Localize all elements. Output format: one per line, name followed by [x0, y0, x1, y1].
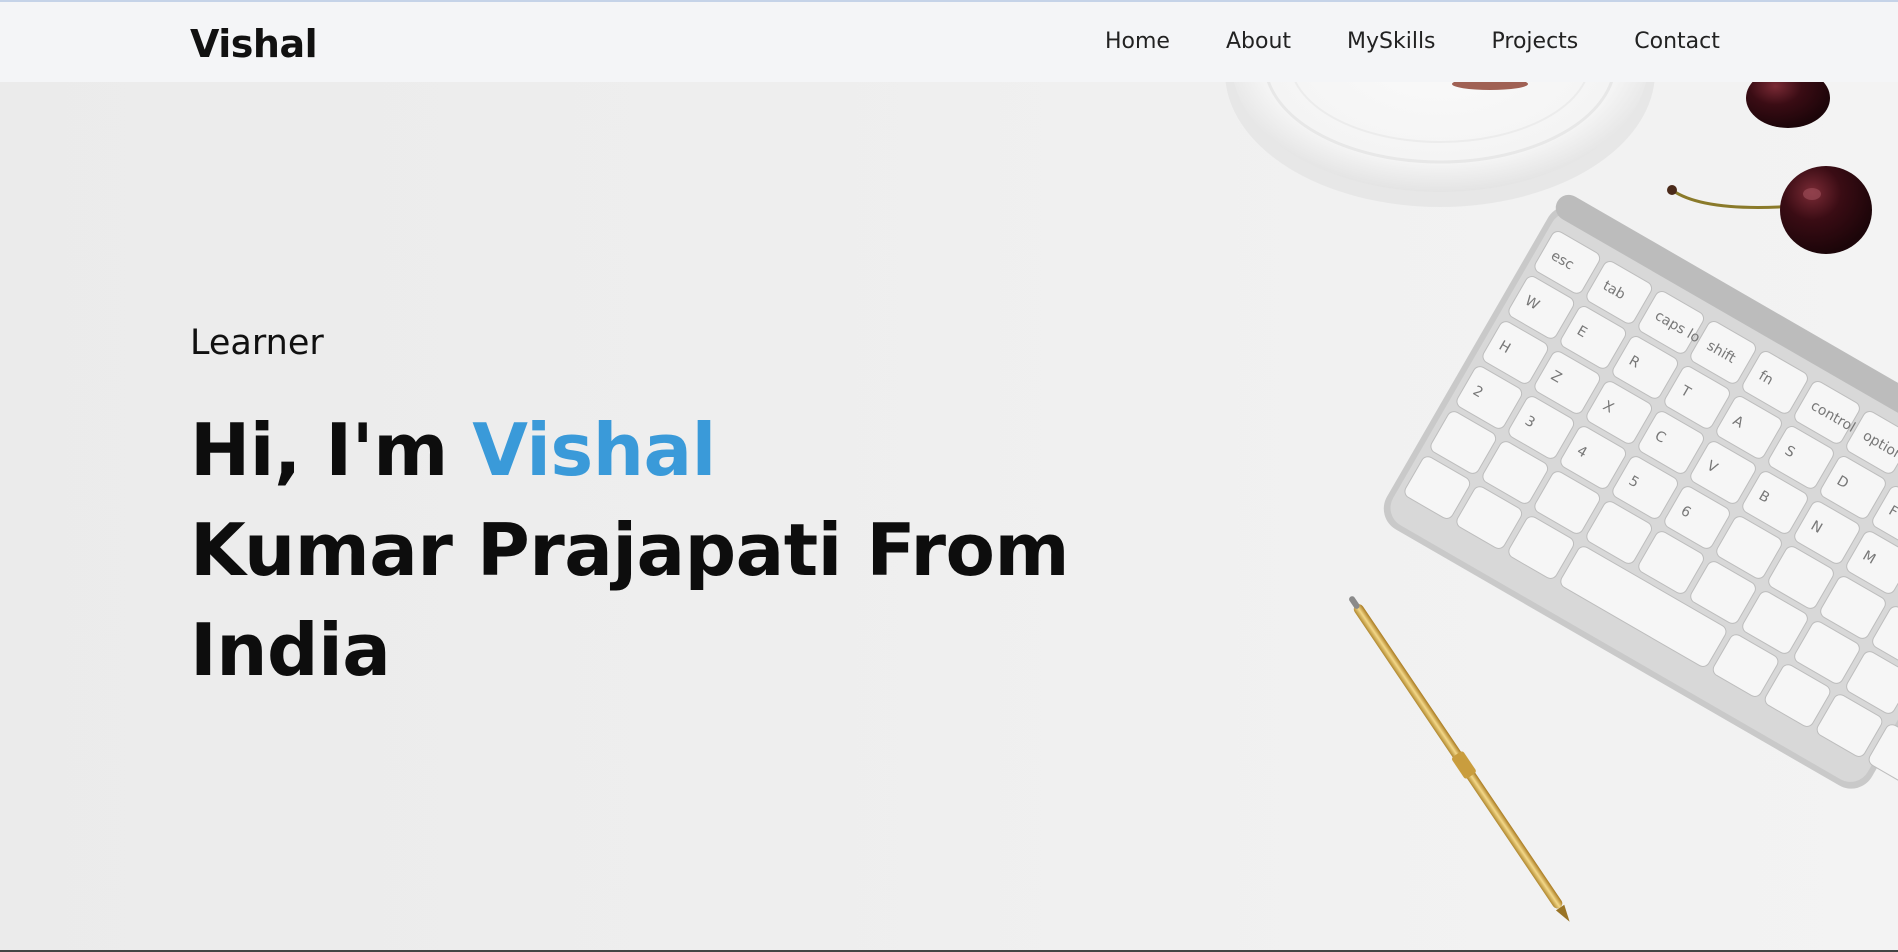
headline-greeting: Hi, I'm: [190, 408, 473, 492]
headline-line-1: Hi, I'm Vishal: [190, 400, 1090, 500]
cup-image: [1225, 82, 1655, 207]
headline-line-2: Kumar Prajapati From: [190, 508, 1069, 592]
nav-item-projects[interactable]: Projects: [1492, 29, 1579, 54]
headline-name-highlight: Vishal: [472, 408, 716, 492]
headline-line-3: India: [190, 608, 391, 692]
nav-item-home[interactable]: Home: [1105, 29, 1170, 54]
pen-image: [1349, 596, 1570, 922]
nav-item-about[interactable]: About: [1226, 29, 1291, 54]
nav-links: Home About MySkills Projects Contact: [1105, 29, 1776, 54]
hero-subtitle: Learner: [190, 323, 324, 363]
nav-item-myskills[interactable]: MySkills: [1347, 29, 1436, 54]
navbar: Vishal Home About MySkills Projects Cont…: [0, 2, 1898, 82]
hero-section: esctabcaps lockshiftfncontroloptioncomma…: [0, 82, 1898, 950]
hero-headline: Hi, I'm Vishal Kumar Prajapati From Indi…: [190, 400, 1090, 700]
nav-item-contact[interactable]: Contact: [1634, 29, 1720, 54]
brand-logo[interactable]: Vishal: [190, 22, 318, 66]
cherries-image: [1667, 82, 1872, 254]
